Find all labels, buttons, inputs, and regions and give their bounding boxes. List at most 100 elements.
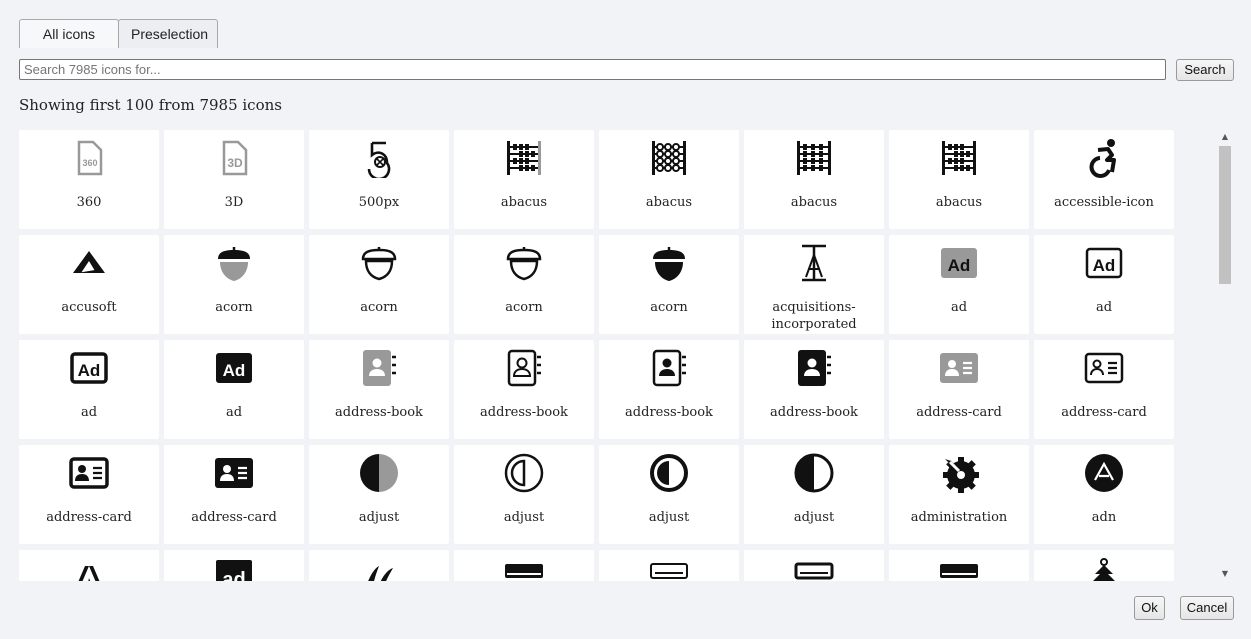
icon-label: ad — [950, 300, 968, 315]
icon-card[interactable]: adn — [1034, 445, 1174, 544]
icon-label: 3D — [224, 195, 244, 210]
icon-card[interactable] — [19, 550, 159, 581]
icon-card[interactable]: Ad ad — [889, 235, 1029, 334]
icon-label: address-card — [1061, 405, 1147, 420]
abacus-icon — [504, 138, 544, 178]
500px-icon — [359, 138, 399, 181]
adn-icon — [1084, 453, 1124, 493]
icon-label: accessible-icon — [1054, 195, 1154, 210]
search-input[interactable] — [19, 59, 1166, 80]
address-card-icon — [69, 453, 109, 493]
address-book-icon — [504, 348, 544, 388]
address-card-icon — [1084, 348, 1124, 388]
icon-card[interactable]: abacus — [599, 130, 739, 229]
icon-card[interactable] — [889, 550, 1029, 581]
icon-card[interactable]: 3D 3D — [164, 130, 304, 229]
acorn-icon — [214, 243, 254, 283]
icon-card[interactable]: adjust — [309, 445, 449, 544]
icon-card[interactable]: adjust — [599, 445, 739, 544]
icon-card[interactable]: address-card — [164, 445, 304, 544]
scroll-down-arrow-icon[interactable]: ▼ — [1217, 567, 1233, 581]
icon-label: abacus — [790, 195, 838, 210]
ad-icon: Ad — [214, 348, 254, 388]
scrollbar-thumb[interactable] — [1219, 146, 1231, 284]
icon-card[interactable]: 500px — [309, 130, 449, 229]
icon-card[interactable]: Ad ad — [1034, 235, 1174, 334]
administration-icon — [939, 453, 979, 493]
abacus-icon — [939, 138, 979, 178]
icon-grid: 360 360 3D 3D 500px abacus abacus abacus abacus a… — [19, 130, 1215, 581]
address-card-icon — [939, 348, 979, 388]
address-book-icon — [649, 348, 689, 388]
icon-card[interactable]: address-book — [599, 340, 739, 439]
acquisitions-incorporated-icon — [794, 243, 834, 283]
adversal-icon: ad — [214, 558, 254, 581]
icon-card[interactable]: 360 360 — [19, 130, 159, 229]
air-conditioner-icon — [794, 558, 834, 581]
abacus-icon — [649, 138, 689, 178]
icon-label: abacus — [645, 195, 693, 210]
ad-icon: Ad — [69, 348, 109, 388]
icon-card[interactable]: Ad ad — [19, 340, 159, 439]
icon-card[interactable] — [309, 550, 449, 581]
file-3d-icon: 3D — [214, 138, 254, 178]
icon-card[interactable]: Ad ad — [164, 340, 304, 439]
icon-label: address-card — [916, 405, 1002, 420]
icon-card[interactable]: address-book — [454, 340, 594, 439]
icon-card[interactable]: acquisitions-incorporated — [744, 235, 884, 334]
adjust-icon — [359, 453, 399, 493]
accusoft-icon — [69, 243, 109, 283]
icon-card[interactable]: acorn — [309, 235, 449, 334]
adjust-icon — [649, 453, 689, 493]
icon-card[interactable]: acorn — [454, 235, 594, 334]
air-conditioner-icon — [649, 558, 689, 581]
svg-text:ad: ad — [222, 569, 245, 581]
icon-card[interactable]: address-book — [309, 340, 449, 439]
address-card-icon — [214, 453, 254, 493]
file-360-icon: 360 — [69, 138, 109, 178]
icon-card[interactable] — [599, 550, 739, 581]
icon-label: adn — [1091, 510, 1117, 525]
adjust-icon — [504, 453, 544, 493]
icon-card[interactable]: administration — [889, 445, 1029, 544]
icon-card[interactable]: accessible-icon — [1034, 130, 1174, 229]
icon-card[interactable]: adjust — [454, 445, 594, 544]
address-book-icon — [359, 348, 399, 388]
tab-preselection[interactable]: Preselection — [118, 19, 218, 48]
icon-card[interactable]: acorn — [599, 235, 739, 334]
icon-card[interactable] — [744, 550, 884, 581]
icon-card[interactable] — [1034, 550, 1174, 581]
icon-label: 360 — [76, 195, 102, 210]
icon-card[interactable] — [454, 550, 594, 581]
search-button[interactable]: Search — [1176, 59, 1234, 81]
icon-card[interactable]: address-card — [19, 445, 159, 544]
icon-card[interactable]: adjust — [744, 445, 884, 544]
icon-card[interactable]: abacus — [744, 130, 884, 229]
icon-card[interactable]: abacus — [889, 130, 1029, 229]
icon-label: ad — [80, 405, 98, 420]
icon-label: acorn — [215, 300, 253, 315]
icon-label: address-book — [625, 405, 713, 420]
icon-card[interactable]: acorn — [164, 235, 304, 334]
ok-button[interactable]: Ok — [1134, 596, 1165, 620]
icon-card[interactable]: accusoft — [19, 235, 159, 334]
wheelchair-icon — [1084, 138, 1124, 178]
svg-text:3D: 3D — [227, 156, 243, 170]
svg-text:Ad: Ad — [78, 361, 101, 380]
acorn-icon — [504, 243, 544, 283]
icon-card[interactable]: address-card — [889, 340, 1029, 439]
icon-label: administration — [910, 510, 1008, 525]
grid-scrollbar[interactable]: ▲ ▼ — [1217, 130, 1233, 581]
address-book-icon — [794, 348, 834, 388]
icon-card[interactable]: address-book — [744, 340, 884, 439]
icon-label: abacus — [935, 195, 983, 210]
tab-all-icons[interactable]: All icons — [19, 19, 119, 48]
air-conditioner-icon — [504, 558, 544, 581]
cancel-button[interactable]: Cancel — [1180, 596, 1234, 620]
icon-card[interactable]: abacus — [454, 130, 594, 229]
icon-label: adjust — [503, 510, 545, 525]
icon-label: address-book — [480, 405, 568, 420]
icon-card[interactable]: ad — [164, 550, 304, 581]
icon-card[interactable]: address-card — [1034, 340, 1174, 439]
scroll-up-arrow-icon[interactable]: ▲ — [1217, 130, 1233, 144]
